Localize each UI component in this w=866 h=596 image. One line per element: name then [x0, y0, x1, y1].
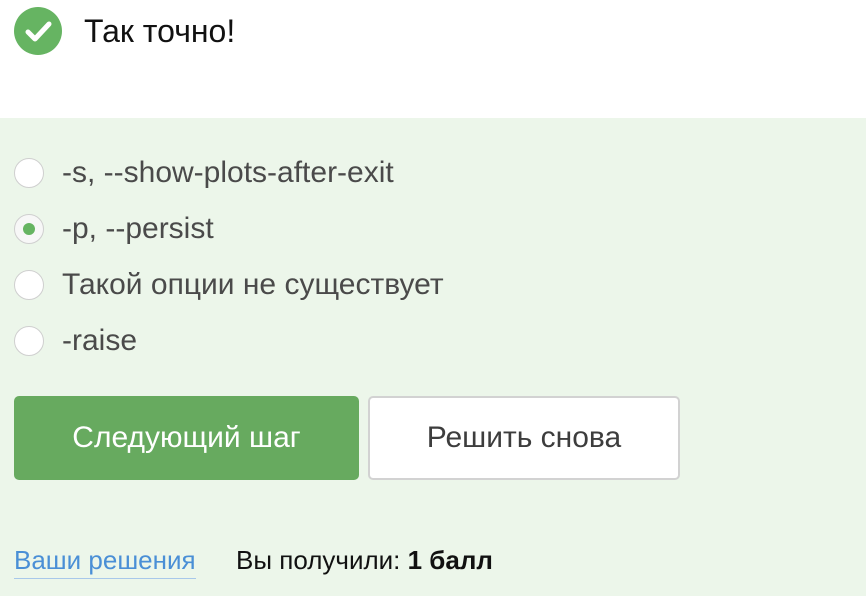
radio-button-selected[interactable] — [14, 214, 44, 244]
next-step-button[interactable]: Следующий шаг — [14, 396, 359, 480]
retry-button[interactable]: Решить снова — [368, 396, 680, 480]
option-raise[interactable]: -raise — [14, 323, 137, 359]
option-no-such-option[interactable]: Такой опции не существует — [14, 267, 444, 303]
option-label: -raise — [62, 324, 138, 357]
option-label: -p, --persist — [62, 212, 214, 245]
radio-button[interactable] — [14, 270, 44, 300]
option-show-plots[interactable]: -s, --show-plots-after-exit — [14, 155, 394, 191]
your-solutions-link[interactable]: Ваши решения — [14, 545, 196, 579]
option-persist[interactable]: -p, --persist — [14, 211, 214, 247]
option-label: Такой опции не существует — [62, 268, 444, 301]
radio-button[interactable] — [14, 158, 44, 188]
score-prefix: Вы получили: — [236, 545, 401, 575]
checkmark-icon — [14, 7, 62, 55]
feedback-header: Так точно! — [0, 0, 866, 118]
radio-button[interactable] — [14, 326, 44, 356]
radio-dot-icon — [23, 223, 35, 235]
option-label: -s, --show-plots-after-exit — [62, 156, 394, 189]
status-text: Так точно! — [84, 13, 236, 49]
score-text: Вы получили: 1 балл — [236, 545, 493, 576]
score-value: 1 балл — [407, 545, 493, 575]
